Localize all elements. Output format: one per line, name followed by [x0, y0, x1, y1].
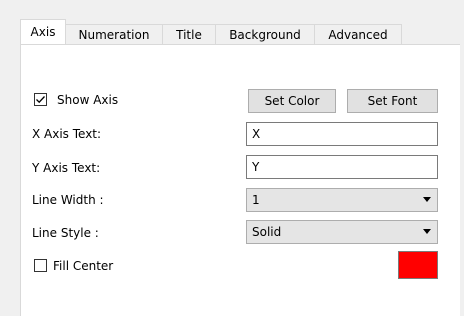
line-style-select[interactable]: Solid [246, 220, 438, 244]
line-width-label: Line Width : [32, 193, 104, 207]
line-style-label: Line Style : [32, 226, 99, 240]
y-axis-text-input[interactable]: Y [246, 155, 438, 179]
show-axis-checkbox[interactable] [34, 93, 47, 106]
chevron-down-icon [423, 197, 431, 202]
set-color-button[interactable]: Set Color [248, 89, 336, 113]
show-axis-label: Show Axis [57, 93, 119, 107]
checkmark-icon [36, 96, 45, 104]
line-style-value: Solid [252, 225, 282, 239]
fill-center-label: Fill Center [53, 259, 114, 273]
y-axis-text-label: Y Axis Text: [32, 161, 101, 175]
fill-center-checkbox[interactable] [34, 259, 47, 272]
chevron-down-icon [423, 229, 431, 234]
x-axis-text-input[interactable]: X [246, 122, 438, 146]
panel-content: Show Axis Set Color Set Font X Axis Text… [0, 0, 464, 316]
chart-axis-dialog: Axis Numeration Title Background Advance… [0, 0, 464, 316]
set-font-button[interactable]: Set Font [347, 89, 438, 113]
fill-color-swatch[interactable] [398, 251, 438, 279]
line-width-value: 1 [252, 193, 260, 207]
line-width-select[interactable]: 1 [246, 188, 438, 212]
x-axis-text-label: X Axis Text: [32, 127, 102, 141]
